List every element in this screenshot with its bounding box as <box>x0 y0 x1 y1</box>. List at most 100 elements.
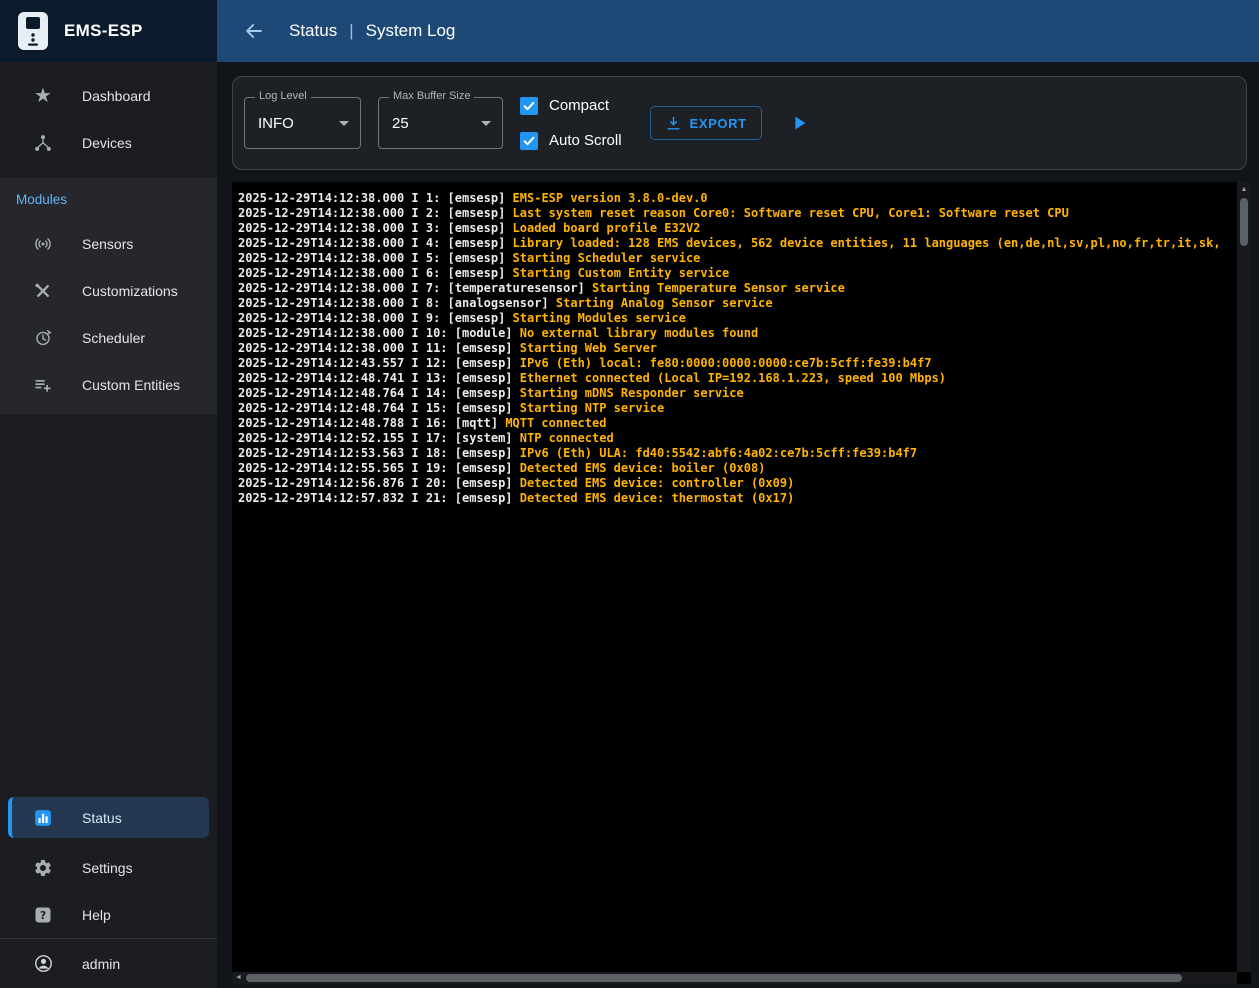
sidebar-item-sensors[interactable]: Sensors <box>0 220 217 267</box>
log-line-meta: 2025-12-29T14:12:38.000 I 6: [emsesp] <box>238 266 513 280</box>
compact-checkbox[interactable]: Compact <box>520 97 622 115</box>
modules-section-header: Modules <box>0 178 217 220</box>
log-line-message: Last system reset reason Core0: Software… <box>513 206 1069 220</box>
log-line: 2025-12-29T14:12:38.000 I 6: [emsesp] St… <box>238 266 1235 281</box>
log-line-message: Detected EMS device: controller (0x09) <box>520 476 795 490</box>
ems-esp-app: EMS-ESP Status | System Log ★ Dashboard <box>0 0 1259 988</box>
log-line: 2025-12-29T14:12:38.000 I 7: [temperatur… <box>238 281 1235 296</box>
log-line-message: NTP connected <box>520 431 614 445</box>
checkbox-checked-icon <box>520 132 538 150</box>
scroll-left-arrow-icon[interactable]: ◄ <box>235 974 242 981</box>
modules-section: Modules Sensors <box>0 178 217 414</box>
log-line-meta: 2025-12-29T14:12:57.832 I 21: [emsesp] <box>238 491 520 505</box>
log-line: 2025-12-29T14:12:38.000 I 5: [emsesp] St… <box>238 251 1235 266</box>
log-line: 2025-12-29T14:12:57.832 I 21: [emsesp] D… <box>238 491 1235 506</box>
log-line-meta: 2025-12-29T14:12:38.000 I 10: [module] <box>238 326 520 340</box>
play-button[interactable] <box>788 112 810 134</box>
sidebar-item-label: Customizations <box>82 283 178 299</box>
log-line-meta: 2025-12-29T14:12:56.876 I 20: [emsesp] <box>238 476 520 490</box>
log-console: 2025-12-29T14:12:38.000 I 1: [emsesp] EM… <box>232 182 1251 984</box>
log-line-message: IPv6 (Eth) ULA: fd40:5542:abf6:4a02:ce7b… <box>520 446 917 460</box>
log-line-meta: 2025-12-29T14:12:43.557 I 12: [emsesp] <box>238 356 520 370</box>
log-line-message: Starting Analog Sensor service <box>556 296 773 310</box>
breadcrumb-separator: | <box>349 21 353 41</box>
log-line-message: EMS-ESP version 3.8.0-dev.0 <box>513 191 708 205</box>
sidebar-item-dashboard[interactable]: ★ Dashboard <box>0 72 217 119</box>
export-label: EXPORT <box>690 116 747 131</box>
sidebar-item-label: admin <box>82 956 120 972</box>
sidebar-item-settings[interactable]: Settings <box>0 844 217 891</box>
log-line-message: Starting Modules service <box>513 311 686 325</box>
log-line-meta: 2025-12-29T14:12:38.000 I 1: [emsesp] <box>238 191 513 205</box>
log-line: 2025-12-29T14:12:38.000 I 4: [emsesp] Li… <box>238 236 1235 251</box>
sidebar-item-label: Custom Entities <box>82 377 180 393</box>
sidebar-item-label: Sensors <box>82 236 133 252</box>
log-line-message: Starting Temperature Sensor service <box>592 281 845 295</box>
vertical-scrollbar-thumb[interactable] <box>1240 198 1248 246</box>
sidebar-item-customizations[interactable]: Customizations <box>0 267 217 314</box>
horizontal-scrollbar-thumb[interactable] <box>246 974 1182 982</box>
app-logo-icon <box>18 12 48 50</box>
log-line: 2025-12-29T14:12:53.563 I 18: [emsesp] I… <box>238 446 1235 461</box>
app-title: EMS-ESP <box>64 21 143 41</box>
scroll-up-arrow-icon[interactable]: ▲ <box>1237 182 1251 196</box>
app-header: EMS-ESP <box>0 0 217 62</box>
log-line-message: Ethernet connected (Local IP=192.168.1.2… <box>520 371 946 385</box>
breadcrumb-section[interactable]: Status <box>289 21 337 41</box>
log-line: 2025-12-29T14:12:38.000 I 9: [emsesp] St… <box>238 311 1235 326</box>
sidebar-item-label: Scheduler <box>82 330 145 346</box>
sidebar-item-help[interactable]: ? Help <box>0 891 217 938</box>
customizations-icon <box>30 281 56 301</box>
log-line-message: MQTT connected <box>505 416 606 430</box>
vertical-scrollbar[interactable]: ▲ <box>1237 182 1251 972</box>
play-icon <box>788 112 810 134</box>
status-icon <box>30 808 56 828</box>
chevron-down-icon <box>481 121 491 126</box>
log-line-meta: 2025-12-29T14:12:38.000 I 5: [emsesp] <box>238 251 513 265</box>
log-level-select[interactable]: Log Level INFO <box>244 97 361 149</box>
sensors-icon <box>30 234 56 254</box>
auto-scroll-checkbox[interactable]: Auto Scroll <box>520 132 622 150</box>
log-line-meta: 2025-12-29T14:12:55.565 I 19: [emsesp] <box>238 461 520 475</box>
sidebar-item-label: Dashboard <box>82 88 151 104</box>
log-line: 2025-12-29T14:12:48.788 I 16: [mqtt] MQT… <box>238 416 1235 431</box>
export-button[interactable]: EXPORT <box>650 106 762 140</box>
sidebar-item-label: Status <box>82 810 122 826</box>
log-line: 2025-12-29T14:12:38.000 I 11: [emsesp] S… <box>238 341 1235 356</box>
breadcrumb-page: System Log <box>366 21 456 41</box>
max-buffer-size-select[interactable]: Max Buffer Size 25 <box>378 97 503 149</box>
sidebar-item-devices[interactable]: Devices <box>0 119 217 166</box>
back-arrow-icon[interactable] <box>243 20 265 42</box>
log-line: 2025-12-29T14:12:38.000 I 3: [emsesp] Lo… <box>238 221 1235 236</box>
max-buffer-size-value: 25 <box>392 115 409 132</box>
topbar: Status | System Log <box>217 0 1259 62</box>
star-icon: ★ <box>30 86 56 106</box>
log-level-label: Log Level <box>255 90 311 102</box>
sidebar-item-admin[interactable]: admin <box>0 938 217 988</box>
log-line: 2025-12-29T14:12:48.741 I 13: [emsesp] E… <box>238 371 1235 386</box>
help-icon: ? <box>30 905 56 925</box>
compact-label: Compact <box>549 97 609 114</box>
auto-scroll-label: Auto Scroll <box>549 132 622 149</box>
log-line: 2025-12-29T14:12:48.764 I 15: [emsesp] S… <box>238 401 1235 416</box>
download-icon <box>665 115 682 132</box>
log-line-meta: 2025-12-29T14:12:38.000 I 4: [emsesp] <box>238 236 513 250</box>
log-line-message: Loaded board profile E32V2 <box>513 221 701 235</box>
log-line-meta: 2025-12-29T14:12:48.788 I 16: [mqtt] <box>238 416 505 430</box>
sidebar-item-label: Settings <box>82 860 133 876</box>
chevron-down-icon <box>339 121 349 126</box>
log-line: 2025-12-29T14:12:38.000 I 10: [module] N… <box>238 326 1235 341</box>
horizontal-scrollbar[interactable]: ◄ <box>232 972 1237 984</box>
sidebar-item-label: Devices <box>82 135 132 151</box>
log-list: 2025-12-29T14:12:38.000 I 1: [emsesp] EM… <box>238 191 1235 506</box>
sidebar: ★ Dashboard Devices Modules <box>0 62 217 988</box>
sidebar-item-status[interactable]: Status <box>8 797 209 838</box>
log-line: 2025-12-29T14:12:56.876 I 20: [emsesp] D… <box>238 476 1235 491</box>
log-line-message: Starting NTP service <box>520 401 665 415</box>
log-line-meta: 2025-12-29T14:12:48.764 I 14: [emsesp] <box>238 386 520 400</box>
log-line-meta: 2025-12-29T14:12:38.000 I 11: [emsesp] <box>238 341 520 355</box>
log-line-message: Starting Scheduler service <box>513 251 701 265</box>
sidebar-item-scheduler[interactable]: Scheduler <box>0 314 217 361</box>
svg-text:?: ? <box>40 909 46 922</box>
sidebar-item-custom-entities[interactable]: Custom Entities <box>0 361 217 408</box>
